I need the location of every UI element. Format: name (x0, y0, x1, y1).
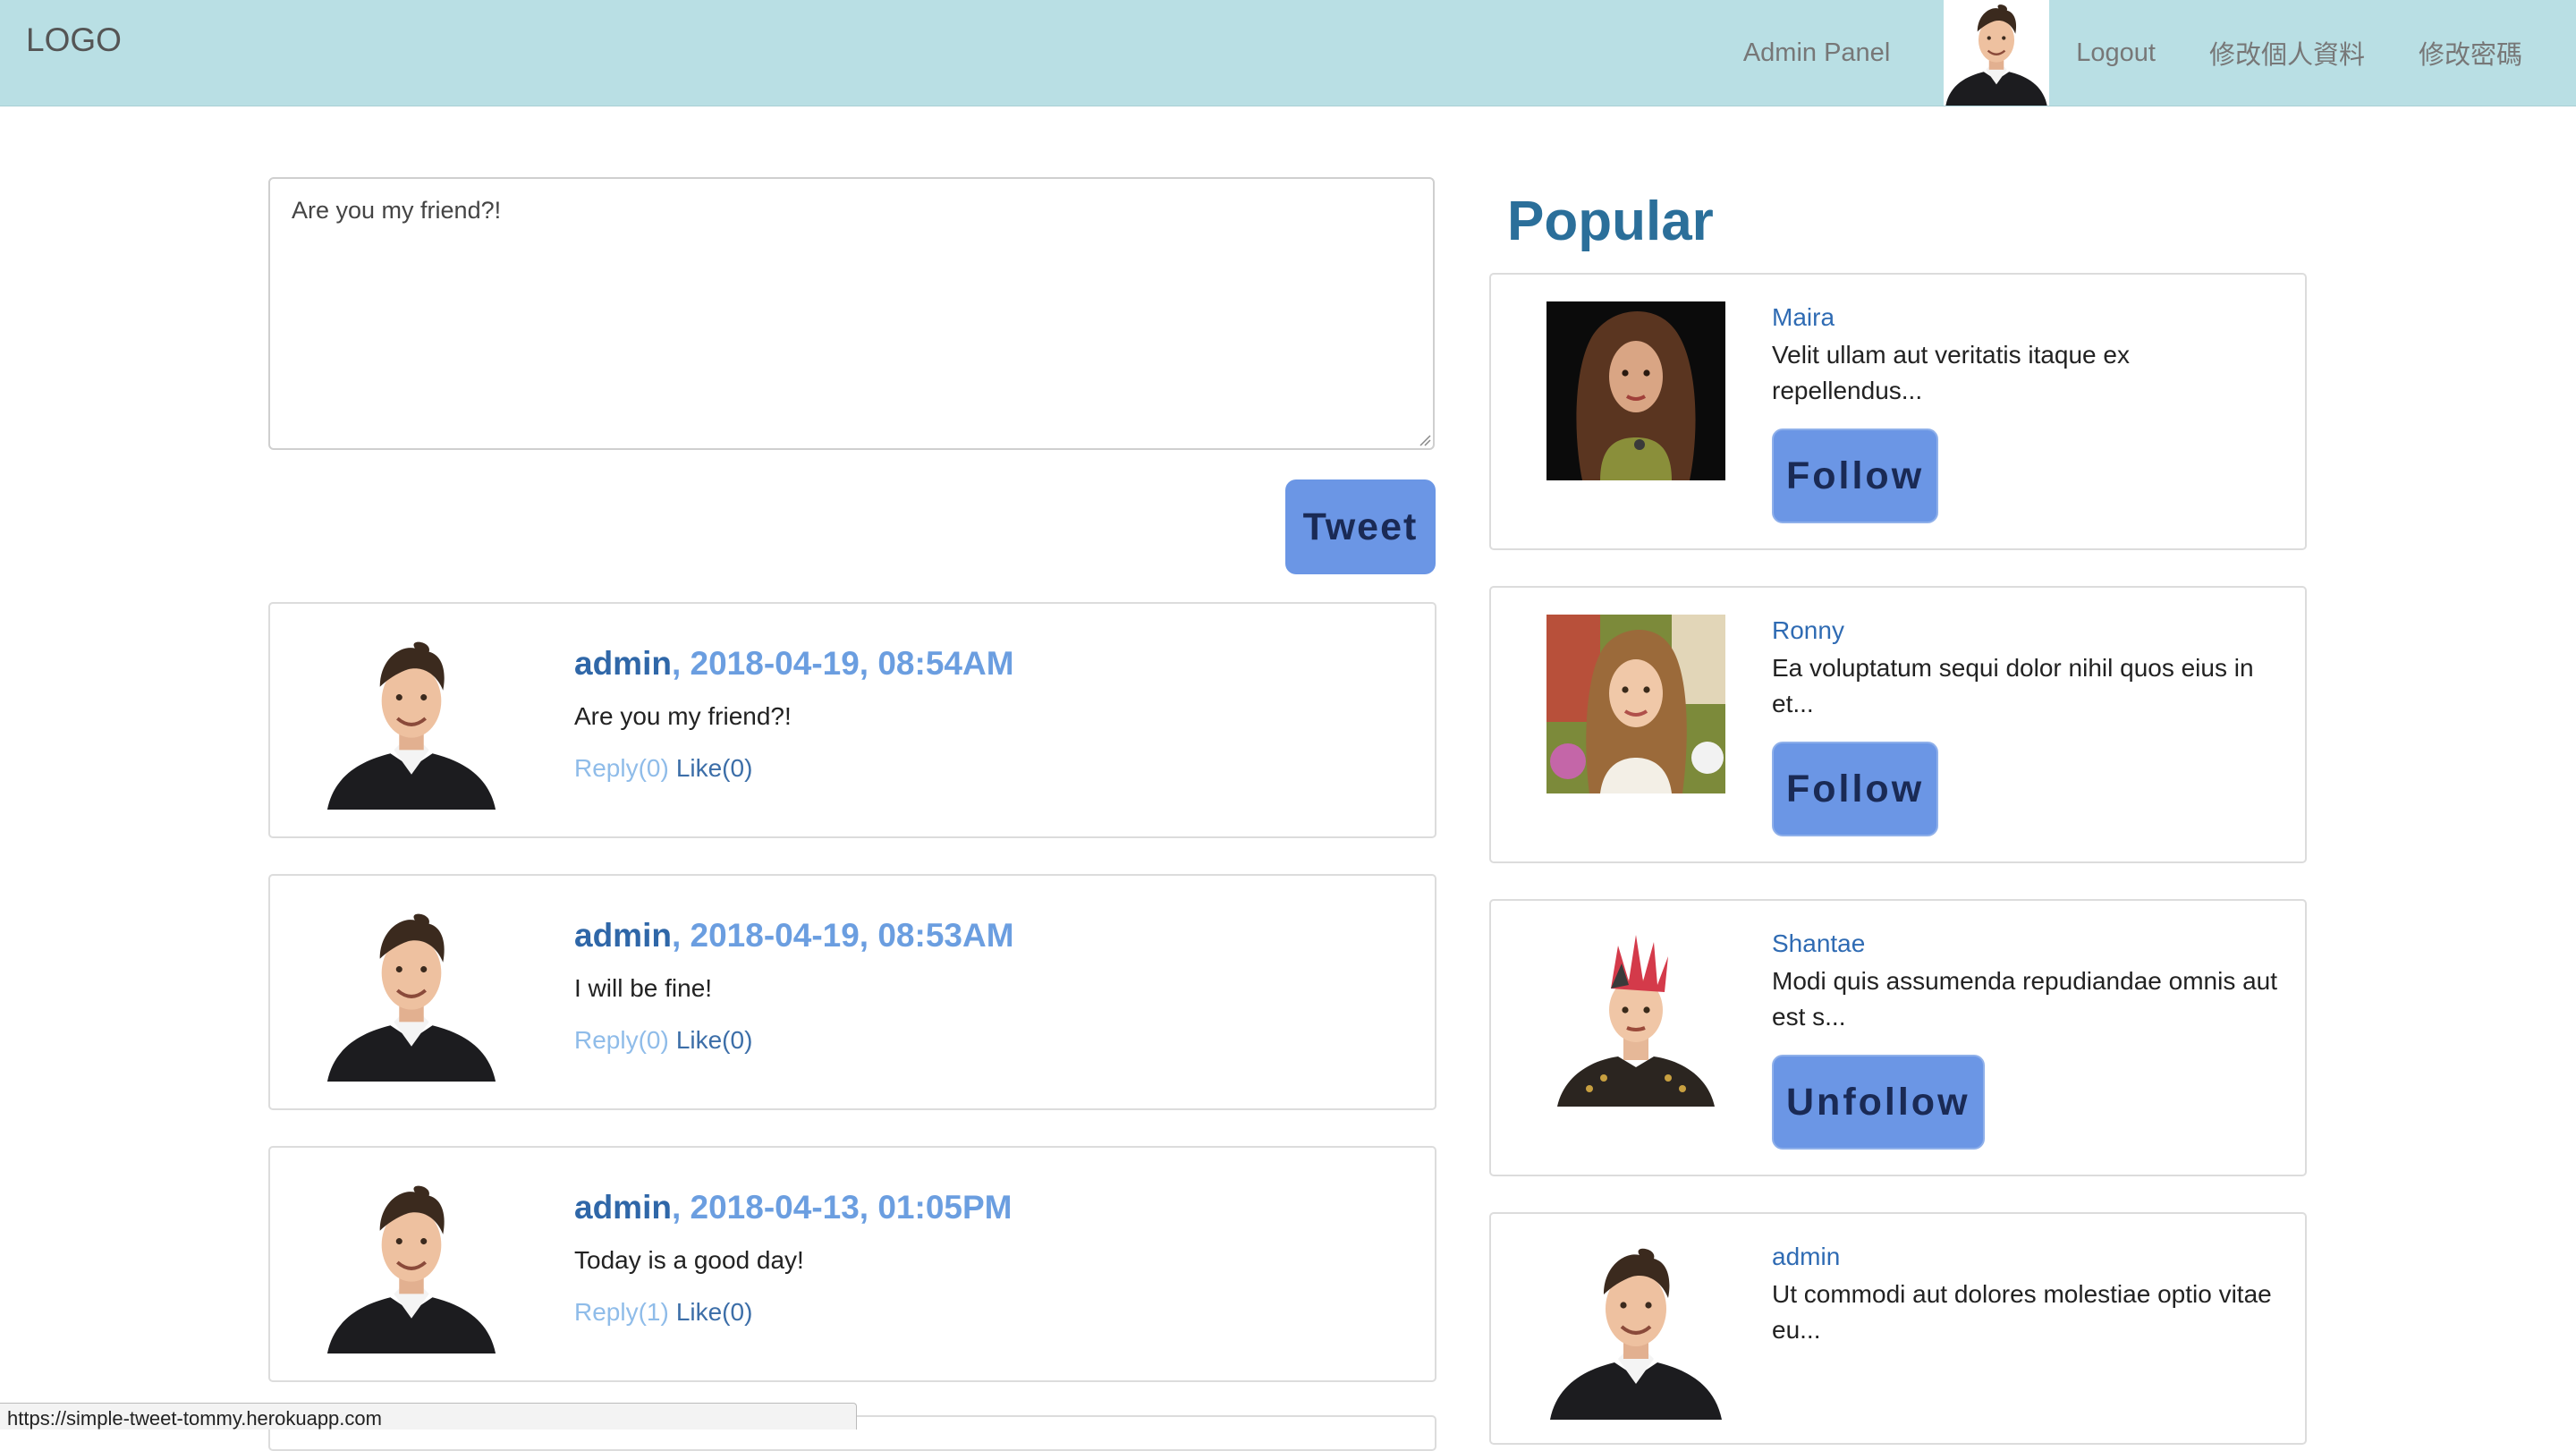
tweet-card: admin, 2018-04-19, 08:54AM Are you my fr… (268, 602, 1436, 838)
tweet-separator: , (671, 645, 691, 682)
popular-user-description: Modi quis assumenda repudiandae omnis au… (1772, 967, 2278, 1031)
like-link[interactable]: Like(0) (676, 1298, 753, 1326)
like-link[interactable]: Like(0) (676, 1026, 753, 1054)
tweet-card: admin, 2018-04-13, 01:05PM Today is a go… (268, 1146, 1436, 1382)
tweet-actions: Reply(1) Like(0) (574, 1298, 752, 1327)
popular-user-card: Maira Velit ullam aut veritatis itaque e… (1489, 273, 2307, 550)
tweet-author-link[interactable]: admin (574, 645, 672, 682)
tweet-compose-textarea[interactable]: Are you my friend?! (268, 177, 1435, 450)
popular-user-card: Ronny Ea voluptatum sequi dolor nihil qu… (1489, 586, 2307, 863)
popular-user-avatar[interactable] (1546, 1241, 1725, 1420)
tweet-author-link[interactable]: admin (574, 917, 672, 954)
unfollow-button[interactable]: Unfollow (1772, 1055, 1985, 1150)
tweet-header: admin, 2018-04-19, 08:53AM (574, 917, 1014, 955)
tweet-header: admin, 2018-04-13, 01:05PM (574, 1189, 1013, 1226)
popular-user-description: Ea voluptatum sequi dolor nihil quos eiu… (1772, 654, 2254, 717)
tweet-separator: , (671, 1189, 691, 1226)
tweet-card: admin, 2018-04-19, 08:53AM I will be fin… (268, 874, 1436, 1110)
nav-logout-link[interactable]: Logout (2076, 38, 2156, 68)
resize-grip-icon[interactable] (1419, 434, 1431, 446)
reply-link[interactable]: Reply(1) (574, 1298, 669, 1326)
nav-change-password-link[interactable]: 修改密碼 (2419, 34, 2522, 72)
tweet-author-avatar[interactable] (324, 1178, 499, 1353)
reply-link[interactable]: Reply(0) (574, 754, 669, 782)
tweet-separator: , (671, 917, 691, 954)
reply-link[interactable]: Reply(0) (574, 1026, 669, 1054)
tweet-text: Today is a good day! (574, 1246, 804, 1274)
tweet-text: Are you my friend?! (574, 702, 792, 730)
nav-right: Admin Panel Logout 修改個人資料 修改密碼 (1743, 0, 2576, 106)
browser-status-url: https://simple-tweet-tommy.herokuapp.com (0, 1403, 857, 1430)
nav-edit-profile-link[interactable]: 修改個人資料 (2209, 34, 2365, 72)
popular-user-description: Velit ullam aut veritatis itaque ex repe… (1772, 341, 2130, 404)
popular-user-name-link[interactable]: Shantae (1772, 929, 1865, 958)
logo-link[interactable]: LOGO (26, 21, 122, 59)
tweet-timestamp-link[interactable]: 2018-04-19, 08:54AM (691, 645, 1014, 682)
popular-user-description: Ut commodi aut dolores molestiae optio v… (1772, 1280, 2272, 1344)
popular-user-card: Shantae Modi quis assumenda repudiandae … (1489, 899, 2307, 1176)
tweet-timestamp-link[interactable]: 2018-04-13, 01:05PM (691, 1189, 1013, 1226)
tweet-actions: Reply(0) Like(0) (574, 1026, 752, 1055)
tweet-button[interactable]: Tweet (1285, 479, 1436, 574)
like-link[interactable]: Like(0) (676, 754, 753, 782)
popular-user-name-link[interactable]: Ronny (1772, 616, 1844, 645)
popular-user-avatar[interactable] (1546, 615, 1725, 793)
follow-button[interactable]: Follow (1772, 429, 1939, 523)
popular-heading: Popular (1507, 191, 1714, 252)
popular-user-name-link[interactable]: admin (1772, 1243, 1840, 1271)
tweet-author-avatar[interactable] (324, 634, 499, 810)
popular-user-card: admin Ut commodi aut dolores molestiae o… (1489, 1212, 2307, 1445)
popular-user-avatar[interactable] (1546, 301, 1725, 480)
popular-user-avatar[interactable] (1546, 928, 1725, 1107)
tweet-text: I will be fine! (574, 974, 713, 1002)
popular-user-name-link[interactable]: Maira (1772, 303, 1835, 332)
tweet-author-link[interactable]: admin (574, 1189, 672, 1226)
nav-admin-panel-link[interactable]: Admin Panel (1743, 38, 1890, 68)
follow-button[interactable]: Follow (1772, 742, 1939, 836)
nav-user-avatar[interactable] (1944, 0, 2050, 106)
navbar: LOGO Admin Panel Logout 修改個人資料 修改密碼 (0, 0, 2576, 106)
tweet-author-avatar[interactable] (324, 906, 499, 1082)
tweet-timestamp-link[interactable]: 2018-04-19, 08:53AM (691, 917, 1014, 954)
tweet-actions: Reply(0) Like(0) (574, 754, 752, 783)
tweet-header: admin, 2018-04-19, 08:54AM (574, 645, 1014, 683)
